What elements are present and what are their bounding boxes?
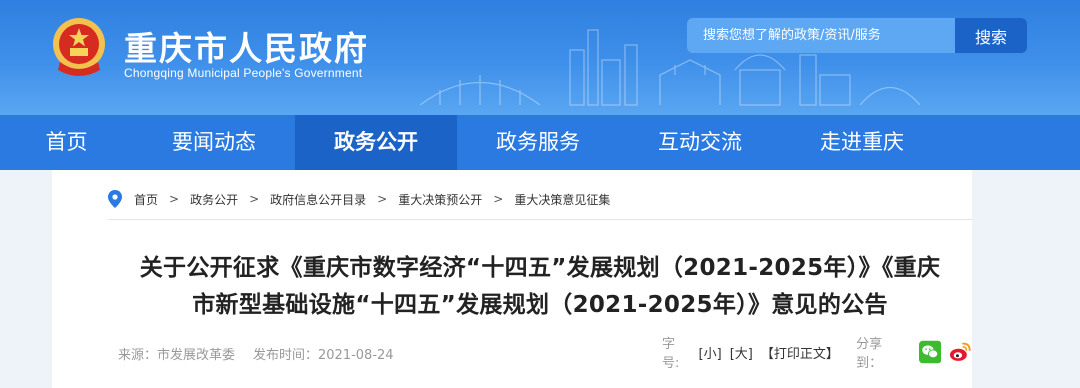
article-title-line-1: 关于公开征求《重庆市数字经济“十四五”发展规划（2021-2025年）》《重庆 bbox=[139, 255, 941, 281]
breadcrumb-separator: > bbox=[377, 192, 388, 206]
article-meta: 来源：市发展改革委 发布时间：2021-08-24 bbox=[118, 344, 394, 363]
print-button[interactable]: 【打印正文】 bbox=[761, 343, 839, 362]
breadcrumb-opinion-collection[interactable]: 重大决策意见征集 bbox=[514, 191, 610, 208]
breadcrumb-separator: > bbox=[249, 192, 260, 206]
nav-item-news[interactable]: 要闻动态 bbox=[133, 115, 295, 170]
weibo-icon[interactable] bbox=[949, 340, 972, 364]
site-subtitle: Chongqing Municipal People's Government bbox=[124, 66, 363, 80]
breadcrumb-separator: > bbox=[169, 192, 180, 206]
breadcrumb: 首页 > 政务公开 > 政府信息公开目录 > 重大决策预公开 > 重大决策意见征… bbox=[108, 190, 610, 208]
article-publish-time: 发布时间：2021-08-24 bbox=[253, 348, 394, 363]
breadcrumb-decision-preview[interactable]: 重大决策预公开 bbox=[398, 191, 482, 208]
breadcrumb-separator: > bbox=[493, 192, 504, 206]
nav-item-government-affairs[interactable]: 政务公开 bbox=[295, 115, 457, 170]
font-size-label: 字号: bbox=[662, 337, 680, 371]
font-size-large-button[interactable]: [大] bbox=[730, 343, 753, 362]
font-size-small-button[interactable]: [小] bbox=[699, 343, 722, 362]
share-label: 分享到： bbox=[856, 337, 883, 371]
breadcrumb-home[interactable]: 首页 bbox=[134, 191, 158, 208]
article-card: 首页 > 政务公开 > 政府信息公开目录 > 重大决策预公开 > 重大决策意见征… bbox=[52, 170, 972, 388]
nav-item-services[interactable]: 政务服务 bbox=[457, 115, 619, 170]
search-button[interactable]: 搜索 bbox=[955, 18, 1027, 53]
site-title[interactable]: 重庆市人民政府 bbox=[124, 22, 369, 70]
location-pin-icon bbox=[108, 190, 122, 208]
divider bbox=[108, 219, 972, 220]
article-source: 来源：市发展改革委 bbox=[118, 348, 236, 363]
nav-item-interaction[interactable]: 互动交流 bbox=[619, 115, 781, 170]
breadcrumb-government-affairs[interactable]: 政务公开 bbox=[190, 191, 238, 208]
nav-item-about-chongqing[interactable]: 走进重庆 bbox=[781, 115, 943, 170]
main-nav: 首页 要闻动态 政务公开 政务服务 互动交流 走进重庆 bbox=[0, 115, 1080, 170]
article-tools: 字号: [小] [大] 【打印正文】 分享到： bbox=[662, 337, 972, 371]
search-input[interactable] bbox=[687, 18, 955, 53]
breadcrumb-info-catalog[interactable]: 政府信息公开目录 bbox=[270, 191, 366, 208]
article-title: 关于公开征求《重庆市数字经济“十四五”发展规划（2021-2025年）》《重庆 … bbox=[108, 250, 972, 324]
nav-item-home[interactable]: 首页 bbox=[0, 115, 133, 170]
article-title-line-2: 市新型基础设施“十四五”发展规划（2021-2025年）》意见的公告 bbox=[192, 292, 888, 318]
site-header: 重庆市人民政府 Chongqing Municipal People's Gov… bbox=[0, 0, 1080, 115]
wechat-icon[interactable] bbox=[918, 340, 942, 364]
emblem-icon bbox=[53, 18, 105, 76]
